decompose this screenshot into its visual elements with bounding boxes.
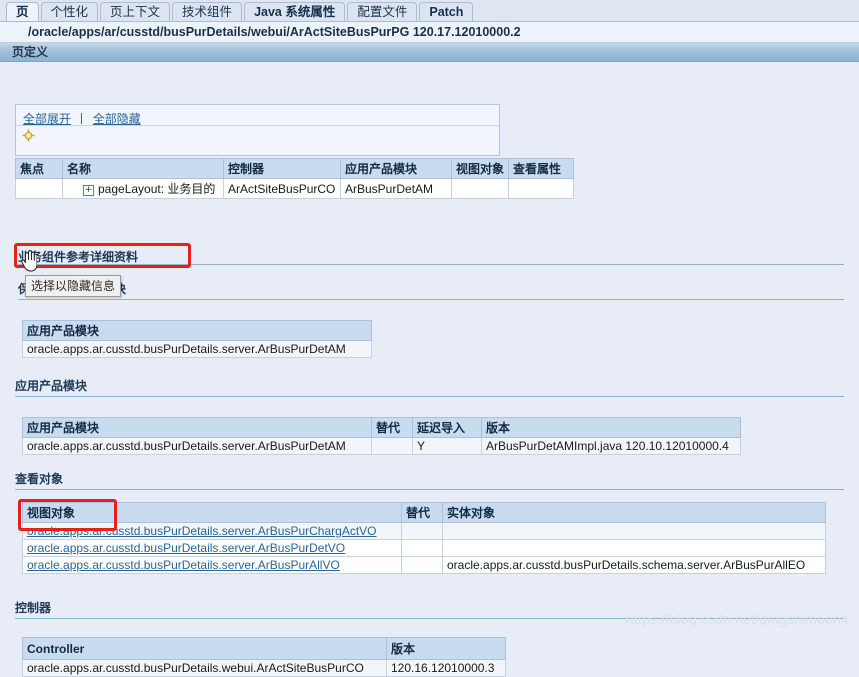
view-object-table: 视图对象 替代 实体对象 oracle.apps.ar.cusstd.busPu… [22, 502, 826, 574]
table-row: oracle.apps.ar.cusstd.busPurDetails.webu… [22, 659, 506, 677]
tab-technical-components[interactable]: 技术组件 [172, 2, 243, 21]
cell-entity-object [442, 539, 826, 557]
expand-node-icon[interactable]: + [83, 185, 94, 196]
column-header-view-object[interactable]: 视图对象 [450, 158, 510, 179]
column-header-controller[interactable]: Controller [22, 637, 387, 660]
cell-controller: ArActSiteBusPurCO [223, 178, 341, 199]
cell-view-object: oracle.apps.ar.cusstd.busPurDetails.serv… [22, 556, 402, 574]
column-header-lazy-import[interactable]: 延迟导入 [412, 417, 482, 438]
cell-app-module-name: oracle.apps.ar.cusstd.busPurDetails.serv… [22, 437, 372, 455]
watermark-text: https://blog.csdn.net/qingshimoon4 [625, 611, 849, 627]
page-path-label: /oracle/apps/ar/cusstd/busPurDetails/web… [0, 22, 859, 42]
cell-substitute [401, 522, 443, 540]
tab-java-system-properties[interactable]: Java 系统属性 [244, 2, 346, 21]
tab-bar: 页 个性化 页上下文 技术组件 Java 系统属性 配置文件 Patch [0, 0, 859, 22]
column-header-focus[interactable]: 焦点 [15, 158, 63, 179]
column-header-version[interactable]: 版本 [386, 637, 506, 660]
link-separator [81, 113, 83, 124]
table-header-row: 焦点 名称 控制器 应用产品模块 视图对象 查看属性 [15, 158, 575, 179]
section-heading-retained-module[interactable]: 保留的应用产品模块 [18, 280, 844, 300]
tab-page[interactable]: 页 [6, 2, 39, 21]
view-object-link[interactable]: oracle.apps.ar.cusstd.busPurDetails.serv… [27, 558, 340, 572]
cell-lazy-import: Y [412, 437, 482, 455]
cell-substitute [401, 539, 443, 557]
cell-view-object [450, 178, 510, 199]
cell-focus[interactable] [15, 178, 63, 199]
column-header-view-attribute[interactable]: 查看属性 [508, 158, 575, 179]
cell-app-module-name: oracle.apps.ar.cusstd.busPurDetails.serv… [22, 340, 372, 358]
view-object-link[interactable]: oracle.apps.ar.cusstd.busPurDetails.serv… [27, 524, 377, 538]
cell-substitute [401, 556, 443, 574]
cell-substitute [371, 437, 413, 455]
column-header-entity-object[interactable]: 实体对象 [442, 502, 826, 523]
cell-view-object: oracle.apps.ar.cusstd.busPurDetails.serv… [22, 522, 402, 540]
expand-collapse-panel: 全部展开 全部隐藏 [15, 104, 500, 156]
table-header-row: 视图对象 替代 实体对象 [22, 502, 826, 523]
app-module-table: 应用产品模块 替代 延迟导入 版本 oracle.apps.ar.cusstd.… [22, 417, 741, 455]
column-header-controller[interactable]: 控制器 [223, 158, 341, 179]
retained-module-table: 应用产品模块 oracle.apps.ar.cusstd.busPurDetai… [22, 320, 372, 358]
cell-entity-object: oracle.apps.ar.cusstd.busPurDetails.sche… [442, 556, 826, 574]
cell-controller-name: oracle.apps.ar.cusstd.busPurDetails.webu… [22, 659, 387, 677]
column-header-app-module[interactable]: 应用产品模块 [22, 320, 372, 341]
page-structure-table: 焦点 名称 控制器 应用产品模块 视图对象 查看属性 + pageLayout: … [15, 158, 575, 199]
column-header-app-module[interactable]: 应用产品模块 [340, 158, 452, 179]
tab-patch[interactable]: Patch [419, 2, 474, 21]
view-object-link[interactable]: oracle.apps.ar.cusstd.busPurDetails.serv… [27, 541, 345, 555]
table-header-row: 应用产品模块 [22, 320, 372, 341]
cell-name-label: pageLayout: 业务目的 [98, 182, 216, 196]
column-header-substitute[interactable]: 替代 [401, 502, 443, 523]
table-row: + pageLayout: 业务目的 ArActSiteBusPurCO ArBu… [15, 178, 575, 199]
section-heading-view-objects[interactable]: 查看对象 [15, 470, 844, 490]
tab-personalization[interactable]: 个性化 [40, 2, 99, 21]
expand-all-link[interactable]: 全部展开 [23, 112, 71, 126]
cell-view-attribute [508, 178, 575, 199]
cell-app-module: ArBusPurDetAM [340, 178, 452, 199]
cell-version: 120.16.12010000.3 [386, 659, 506, 677]
section-divider-bc-reference [18, 264, 844, 265]
hide-info-tooltip: 选择以隐藏信息 [25, 275, 122, 297]
focus-target-icon[interactable] [22, 129, 35, 142]
table-row: oracle.apps.ar.cusstd.busPurDetails.serv… [22, 522, 826, 540]
controller-table: Controller 版本 oracle.apps.ar.cusstd.busP… [22, 637, 506, 677]
table-row: oracle.apps.ar.cusstd.busPurDetails.serv… [22, 556, 826, 574]
table-header-row: 应用产品模块 替代 延迟导入 版本 [22, 417, 741, 438]
section-heading-app-module[interactable]: 应用产品模块 [15, 377, 844, 397]
collapse-all-link[interactable]: 全部隐藏 [93, 112, 141, 126]
cell-view-object: oracle.apps.ar.cusstd.busPurDetails.serv… [22, 539, 402, 557]
table-row: oracle.apps.ar.cusstd.busPurDetails.serv… [22, 340, 372, 358]
cell-version: ArBusPurDetAMImpl.java 120.10.12010000.4 [481, 437, 741, 455]
expand-collapse-links: 全部展开 全部隐藏 [16, 105, 499, 126]
cell-name: + pageLayout: 业务目的 [62, 178, 224, 199]
tab-configuration-files[interactable]: 配置文件 [347, 2, 418, 21]
page-definition-header: 页定义 [0, 42, 859, 62]
table-header-row: Controller 版本 [22, 637, 506, 660]
table-row: oracle.apps.ar.cusstd.busPurDetails.serv… [22, 437, 741, 455]
table-row: oracle.apps.ar.cusstd.busPurDetails.serv… [22, 539, 826, 557]
column-header-substitute[interactable]: 替代 [371, 417, 413, 438]
column-header-app-module[interactable]: 应用产品模块 [22, 417, 372, 438]
cell-entity-object [442, 522, 826, 540]
tab-page-context[interactable]: 页上下文 [100, 2, 171, 21]
column-header-version[interactable]: 版本 [481, 417, 741, 438]
focus-icon-row [16, 126, 499, 145]
column-header-name[interactable]: 名称 [62, 158, 224, 179]
column-header-view-object[interactable]: 视图对象 [22, 502, 402, 523]
